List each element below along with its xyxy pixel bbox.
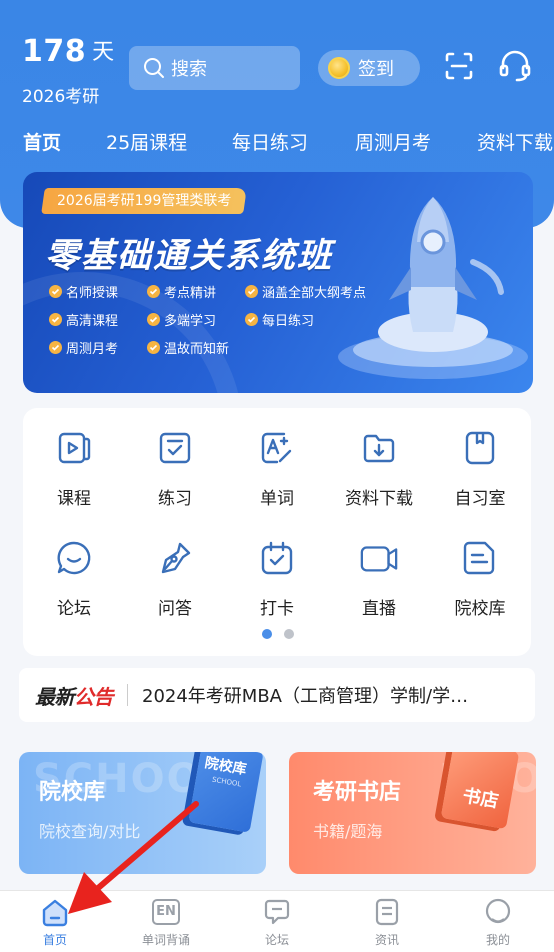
notice-bar[interactable]: 最新公告 2024年考研MBA（工商管理）学制/学… (19, 668, 535, 722)
signin-button[interactable]: 签到 (318, 50, 420, 86)
tab-weekly-monthly-exam[interactable]: 周测月考 (355, 128, 431, 155)
tabbar-profile[interactable]: 我的 (458, 897, 538, 948)
practice-check-icon (155, 428, 195, 468)
countdown-days: 178 (22, 34, 87, 69)
grid-item-practice[interactable]: 练习 (125, 428, 225, 509)
grid-item-checkin[interactable]: 打卡 (227, 538, 327, 619)
search-placeholder: 搜索 (171, 59, 207, 80)
en-icon: EN (151, 897, 181, 927)
bottom-tab-bar: 首页 EN 单词背诵 论坛 资讯 我的 (0, 890, 554, 952)
banner-tag: 2026届考研199管理类联考 (41, 188, 248, 214)
notice-logo: 最新公告 (35, 684, 114, 709)
message-icon (262, 897, 292, 927)
video-course-icon (54, 428, 94, 468)
page-dot[interactable] (284, 629, 294, 639)
banner-feature: 多端学习 (147, 310, 216, 329)
rocket-illustration (338, 197, 528, 379)
tabbar-news[interactable]: 资讯 (347, 897, 427, 948)
grid-item-words[interactable]: 单词 (227, 428, 327, 509)
banner-feature: 每日练习 (245, 310, 314, 329)
tab-daily-practice[interactable]: 每日练习 (232, 128, 308, 155)
calendar-check-icon (257, 538, 297, 578)
word-edit-icon (257, 428, 297, 468)
tab-home[interactable]: 首页 (23, 128, 61, 155)
search-input[interactable]: 搜索 (129, 46, 300, 90)
video-camera-icon (359, 538, 399, 578)
home-icon (40, 897, 70, 927)
grid-item-course[interactable]: 课程 (24, 428, 124, 509)
grid-item-qa[interactable]: 问答 (125, 538, 225, 619)
chat-bubble-icon (54, 538, 94, 578)
tabbar-home[interactable]: 首页 (15, 897, 95, 948)
tabbar-vocabulary[interactable]: EN 单词背诵 (126, 897, 206, 948)
pen-nib-icon (155, 538, 195, 578)
banner-title: 零基础通关系统班 (45, 236, 333, 276)
document-list-icon (460, 538, 500, 578)
bookmark-room-icon (460, 428, 500, 468)
grid-item-forum[interactable]: 论坛 (24, 538, 124, 619)
banner-feature: 名师授课 (49, 282, 118, 301)
tab-courses-25[interactable]: 25届课程 (106, 128, 187, 155)
grid-item-downloads[interactable]: 资料下载 (329, 428, 429, 509)
coin-icon (328, 57, 350, 79)
profile-icon (483, 897, 513, 927)
banner-feature: 温故而知新 (147, 338, 229, 357)
tabbar-forum[interactable]: 论坛 (237, 897, 317, 948)
banner-feature: 高清课程 (49, 310, 118, 329)
promo-banner[interactable]: 2026届考研199管理类联考 零基础通关系统班 名师授课 考点精讲 涵盖全部大… (23, 172, 533, 393)
card-title: 院校库 (39, 780, 106, 805)
notice-text[interactable]: 2024年考研MBA（工商管理）学制/学… (142, 682, 492, 708)
page-dot[interactable] (262, 629, 272, 639)
school-book-illustration: 院校库 SCHOOL (188, 752, 264, 833)
news-icon (372, 897, 402, 927)
card-title: 考研书店 (313, 780, 402, 805)
exam-year-label[interactable]: 2026考研 (22, 82, 99, 107)
school-library-card[interactable]: SCHOOL 院校库 院校查询/对比 院校库 SCHOOL (19, 752, 266, 874)
signin-label: 签到 (358, 59, 394, 80)
exam-countdown: 178 天 (22, 34, 114, 69)
category-tabs: 首页 25届课程 每日练习 周测月考 资料下载 (0, 128, 554, 158)
bookstore-card[interactable]: BOOK 考研书店 书籍/题海 书店 (289, 752, 536, 874)
search-icon (144, 58, 164, 78)
card-subtitle: 书籍/题海 (313, 822, 383, 841)
grid-item-study-room[interactable]: 自习室 (430, 428, 530, 509)
grid-item-school-library[interactable]: 院校库 (430, 538, 530, 619)
folder-download-icon (359, 428, 399, 468)
function-grid: 课程 练习 单词 资料下载 自习室 论坛 问答 打卡 直播 院校库 (23, 408, 531, 656)
banner-feature: 周测月考 (49, 338, 118, 357)
banner-feature: 考点精讲 (147, 282, 216, 301)
divider (127, 684, 128, 706)
bookstore-book-illustration: 书店 (440, 752, 520, 830)
scan-icon[interactable] (441, 46, 477, 86)
headset-icon[interactable] (497, 46, 533, 86)
card-subtitle: 院校查询/对比 (39, 822, 141, 841)
grid-item-live[interactable]: 直播 (329, 538, 429, 619)
countdown-unit: 天 (92, 40, 115, 65)
tab-downloads[interactable]: 资料下载 (477, 128, 553, 155)
page-indicator (262, 629, 294, 639)
